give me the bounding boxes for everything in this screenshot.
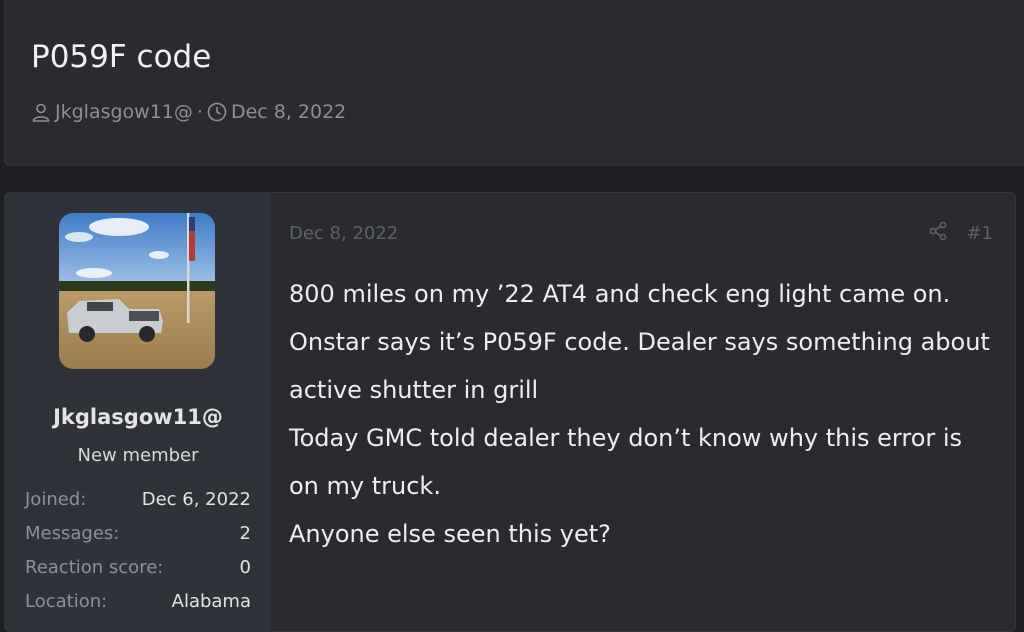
thread-header: P059F code Jkglasgow11@ · Dec 8, 2022 xyxy=(4,0,1024,166)
stat-label: Location: xyxy=(25,591,108,612)
thread-date-link[interactable]: Dec 8, 2022 xyxy=(231,101,346,123)
post-date-link[interactable]: Dec 8, 2022 xyxy=(289,223,398,244)
stat-value[interactable]: 2 xyxy=(240,517,251,551)
thread-title: P059F code xyxy=(31,39,212,75)
user-stats: Joined: Dec 6, 2022 Messages: 2 Reaction… xyxy=(25,483,251,619)
post-text-line: on my truck. xyxy=(289,472,441,500)
post-actions: #1 xyxy=(928,221,993,246)
user-icon xyxy=(31,102,51,122)
avatar[interactable] xyxy=(59,213,215,369)
post-user-panel: Jkglasgow11@ New member Joined: Dec 6, 2… xyxy=(5,193,271,631)
stat-value: 0 xyxy=(239,557,251,578)
stat-label: Reaction score: xyxy=(25,557,164,578)
stat-value: Alabama xyxy=(171,591,251,612)
stat-row-reaction-score: Reaction score: 0 xyxy=(25,551,251,585)
stat-row-messages: Messages: 2 xyxy=(25,517,251,551)
share-icon[interactable] xyxy=(928,221,948,246)
thread-meta: Jkglasgow11@ · Dec 8, 2022 xyxy=(31,101,346,123)
post-text-line: active shutter in grill xyxy=(289,376,539,404)
thread-author-link[interactable]: Jkglasgow11@ xyxy=(55,101,193,123)
clock-icon xyxy=(207,102,227,122)
stat-label: Messages: xyxy=(25,523,120,544)
post-body: Dec 8, 2022 #1 800 miles on my ’22 AT4 a… xyxy=(271,193,1015,631)
stat-row-joined: Joined: Dec 6, 2022 xyxy=(25,483,251,517)
post-text-line: 800 miles on my ’22 AT4 and check eng li… xyxy=(289,280,951,308)
stat-value: Dec 6, 2022 xyxy=(141,489,251,510)
stat-row-location: Location: Alabama xyxy=(25,585,251,619)
post-number-link[interactable]: #1 xyxy=(966,223,993,244)
stat-label: Joined: xyxy=(25,489,87,510)
post-text-line: Today GMC told dealer they don’t know wh… xyxy=(289,424,963,452)
post-text-line: Onstar says it’s P059F code. Dealer says… xyxy=(289,328,990,356)
post-username[interactable]: Jkglasgow11@ xyxy=(5,405,271,429)
post-content: 800 miles on my ’22 AT4 and check eng li… xyxy=(289,270,1009,558)
post-text-line: Anyone else seen this yet? xyxy=(289,520,611,548)
post-message: Jkglasgow11@ New member Joined: Dec 6, 2… xyxy=(4,192,1016,632)
meta-separator: · xyxy=(196,101,203,123)
user-title: New member xyxy=(77,445,199,466)
